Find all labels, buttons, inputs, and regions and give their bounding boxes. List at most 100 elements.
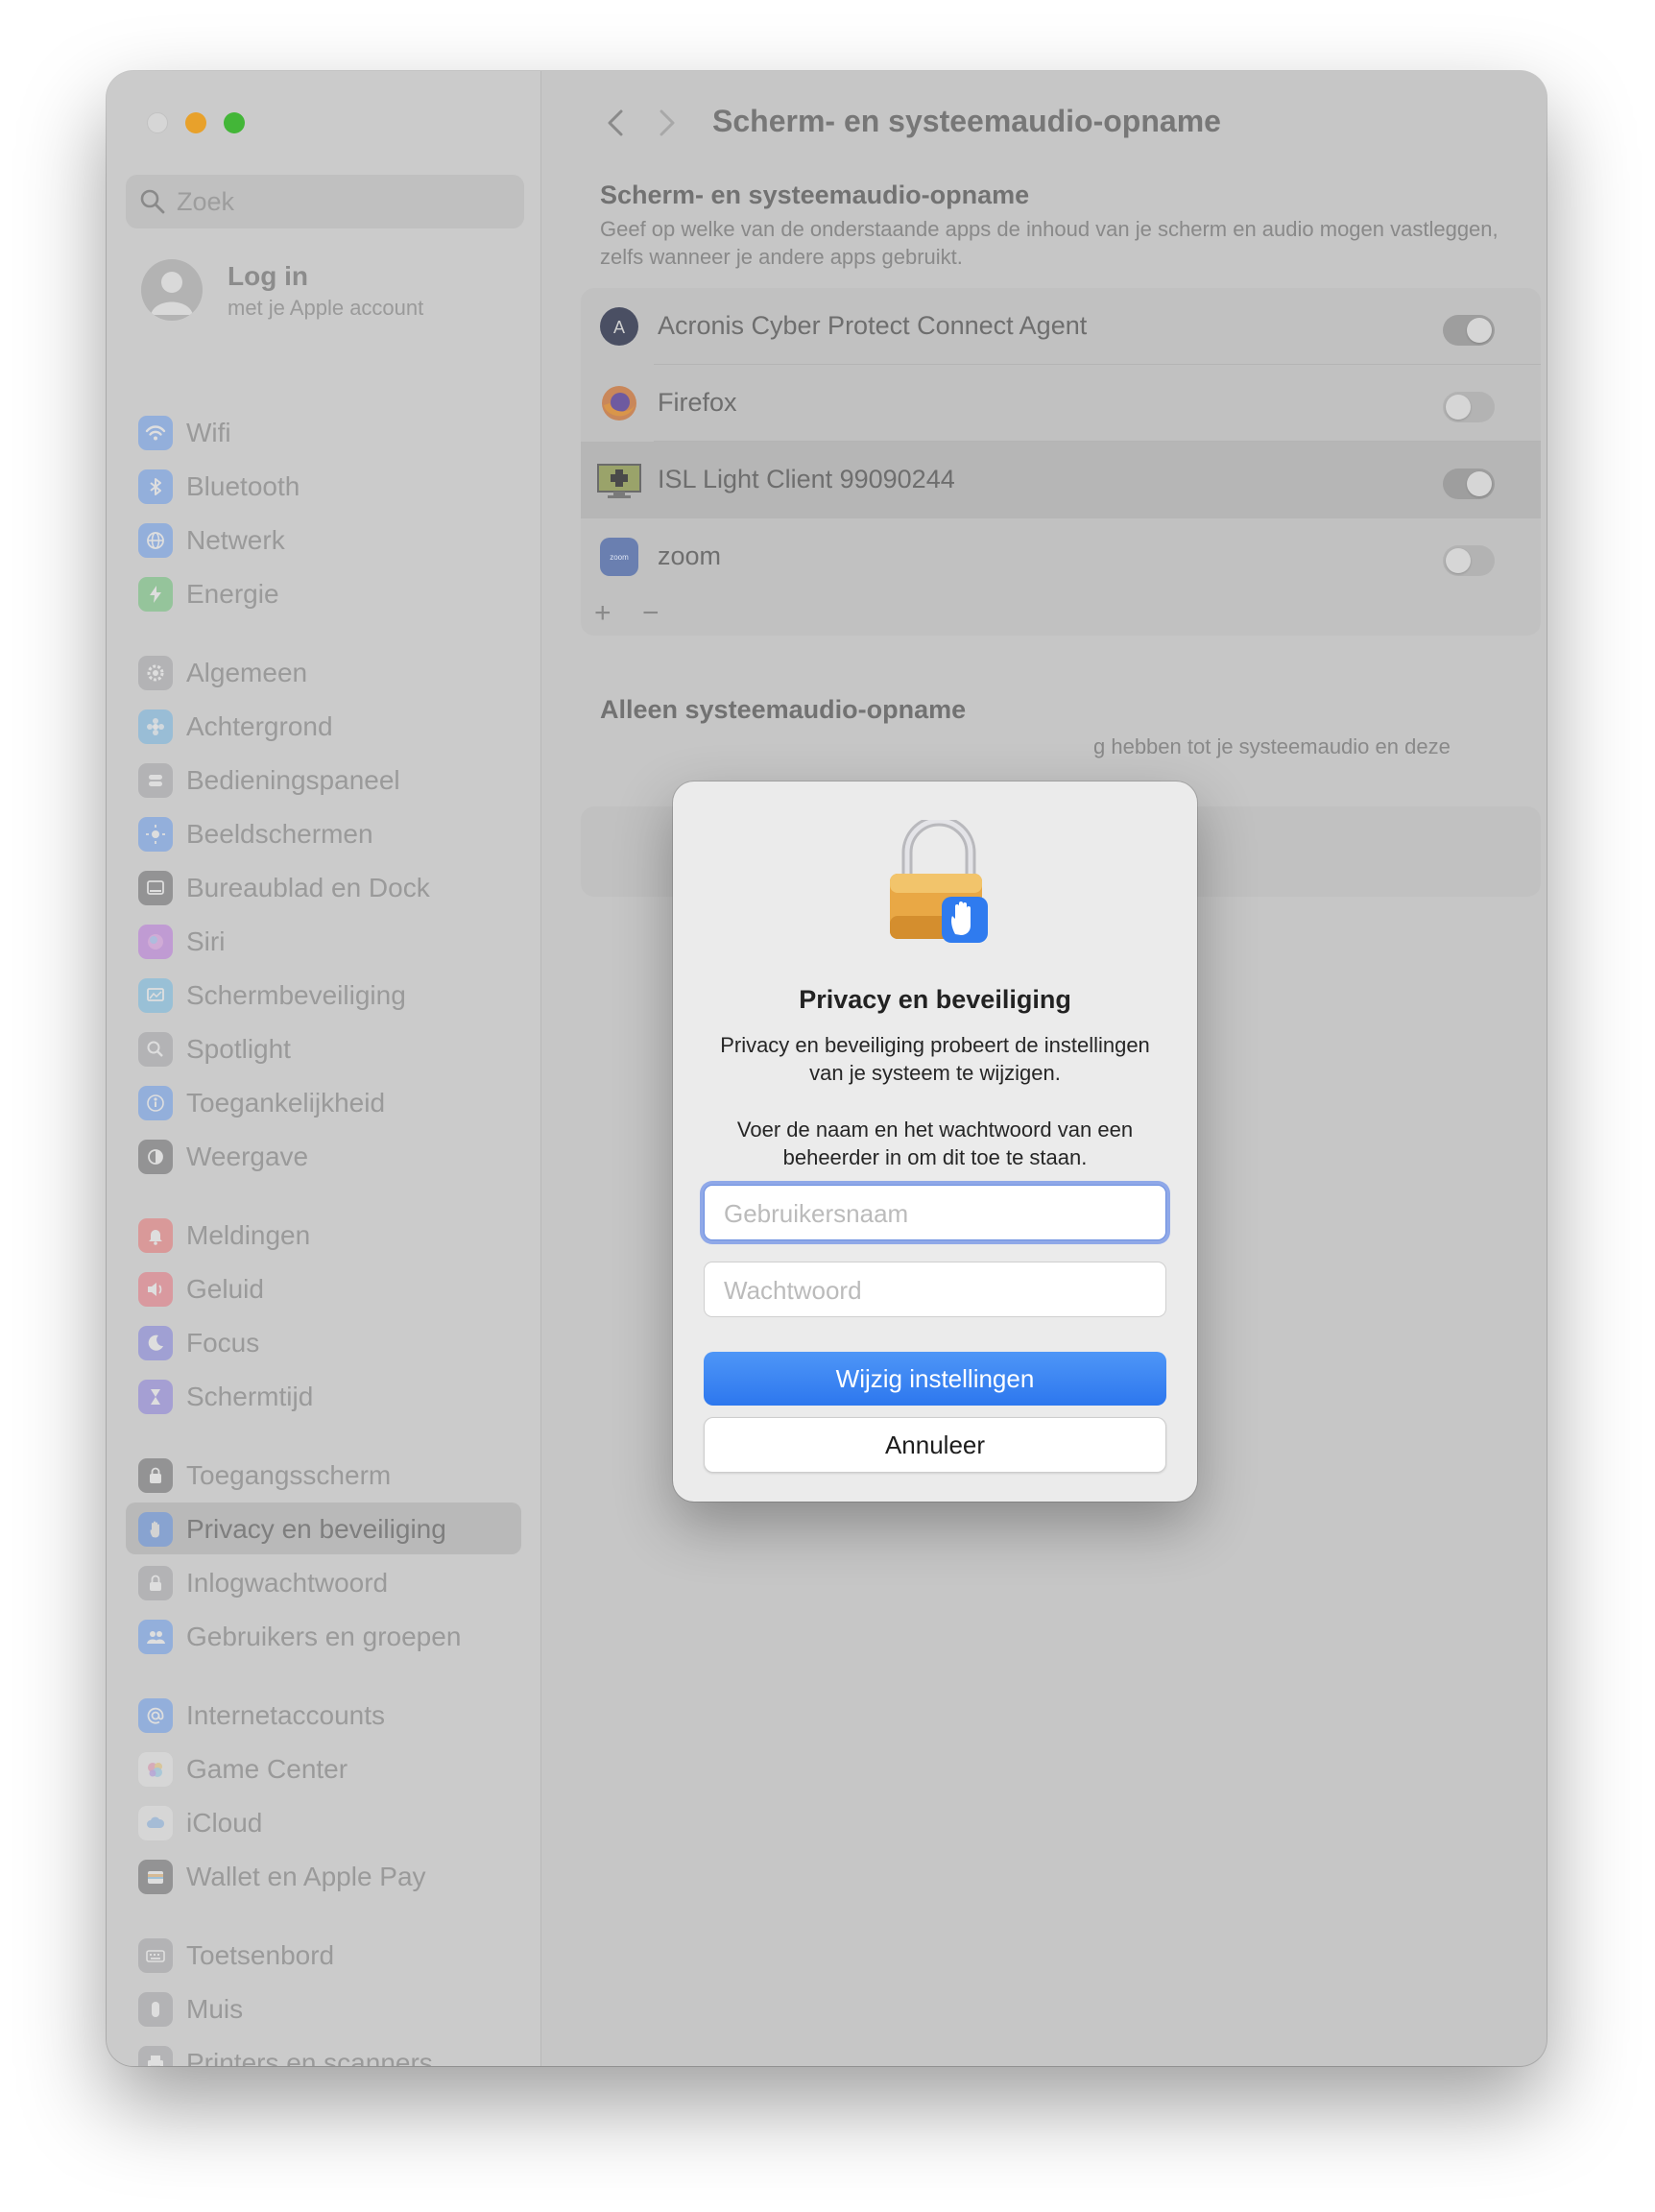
app-toggle-isl-light[interactable] [1443,469,1495,499]
forward-chevron-icon[interactable] [650,106,684,140]
sidebar-item-spotlight[interactable]: Spotlight [126,1022,521,1074]
moon-icon [138,1326,173,1360]
sidebar-item-label: Inlogwachtwoord [186,1568,389,1598]
search-field[interactable]: Zoek [126,175,524,228]
sidebar-item-label: iCloud [186,1808,263,1838]
sidebar-item-label: Game Center [186,1754,348,1784]
app-list: A Acronis Cyber Protect Connect Agent Fi… [581,288,1541,636]
minimize-window-button[interactable] [185,112,206,133]
sidebar-item-toegankelijkheid[interactable]: Toegankelijkheid [126,1076,521,1128]
app-row-firefox[interactable]: Firefox [581,365,1541,442]
sidebar-item-toetsenbord[interactable]: Toetsenbord [126,1929,521,1981]
apple-account-login[interactable]: Log in met je Apple account [141,259,525,326]
sidebar-item-focus[interactable]: Focus [126,1316,521,1368]
hourglass-icon [138,1380,173,1414]
app-row-zoom[interactable]: zoom zoom [581,518,1541,595]
app-toggle-firefox[interactable] [1443,392,1495,422]
screensaver-icon [138,978,173,1013]
sidebar-item-algemeen[interactable]: Algemeen [126,646,521,698]
sidebar-item-label: Wallet en Apple Pay [186,1862,426,1891]
sidebar-item-achtergrond[interactable]: Achtergrond [126,700,521,752]
sidebar-item-label: Energie [186,579,279,609]
cancel-button[interactable]: Annuleer [704,1417,1166,1473]
sidebar-item-bureaublad-en-dock[interactable]: Bureaublad en Dock [126,861,521,913]
wallet-icon [138,1860,173,1894]
sidebar-item-schermbeveiliging[interactable]: Schermbeveiliging [126,969,521,1021]
bell-icon [138,1218,173,1253]
settings-window: Zoek Log in met je Apple account Wifi Blu… [107,71,1547,2066]
sidebar-item-label: Bureaublad en Dock [186,873,430,902]
sidebar-item-wifi[interactable]: Wifi [126,406,521,458]
search-icon [140,189,165,214]
add-app-button[interactable]: + [594,597,612,630]
firefox-icon [600,384,638,422]
sidebar-item-icloud[interactable]: iCloud [126,1796,521,1848]
sidebar-item-beeldschermen[interactable]: Beeldschermen [126,807,521,859]
zoom-window-button[interactable] [224,112,245,133]
sidebar-item-label: Toegankelijkheid [186,1088,386,1118]
gear-icon [138,656,173,690]
back-chevron-icon[interactable] [600,106,635,140]
dialog-instruction: Voer de naam en het wachtwoord van een b… [736,1118,1134,1169]
svg-text:zoom: zoom [610,553,629,562]
wifi-icon [138,416,173,450]
sidebar-item-label: Bluetooth [186,471,300,501]
globe-icon [138,523,173,558]
sidebar-item-game-center[interactable]: Game Center [126,1743,521,1794]
bluetooth-icon [138,469,173,504]
sidebar-item-muis[interactable]: Muis [126,1983,521,2034]
sidebar-item-meldingen[interactable]: Meldingen [126,1209,521,1261]
close-window-button[interactable] [147,112,168,133]
siri-icon [138,925,173,959]
app-name: Acronis Cyber Protect Connect Agent [658,311,1088,340]
sidebar-item-label: Siri [186,926,226,956]
lock-screen-icon [138,1458,173,1493]
magnifier-icon [138,1032,173,1067]
sidebar-item-bluetooth[interactable]: Bluetooth [126,460,521,512]
sidebar-item-wallet-en-apple-pay[interactable]: Wallet en Apple Pay [126,1850,521,1902]
sidebar-item-weergave[interactable]: Weergave [126,1130,521,1182]
dock-icon [138,871,173,905]
sidebar-item-label: Bedieningspaneel [186,765,400,795]
list-footer: + − [581,595,1541,636]
sidebar-item-label: Meldingen [186,1220,311,1250]
sidebar-item-printers-en-scanners[interactable]: Printers en scanners [126,2036,521,2066]
password-field[interactable]: Wachtwoord [704,1262,1166,1317]
remove-app-button[interactable]: − [642,597,660,630]
sidebar-item-siri[interactable]: Siri [126,915,521,967]
sidebar-item-label: Geluid [186,1274,264,1304]
sidebar-item-geluid[interactable]: Geluid [126,1262,521,1314]
flower-icon [138,709,173,744]
sidebar-item-privacy-en-beveiliging[interactable]: Privacy en beveiliging [126,1503,521,1554]
sidebar-item-label: Algemeen [186,658,308,687]
sidebar-item-inlogwachtwoord[interactable]: Inlogwachtwoord [126,1556,521,1608]
sidebar-item-label: Spotlight [186,1034,291,1064]
sidebar-item-schermtijd[interactable]: Schermtijd [126,1370,521,1422]
page-title: Scherm- en systeemaudio-opname [712,104,1221,138]
sidebar-item-label: Focus [186,1328,260,1358]
hand-icon [138,1512,173,1547]
app-row-acronis[interactable]: A Acronis Cyber Protect Connect Agent [581,288,1541,365]
speaker-icon [138,1272,173,1307]
sidebar-item-energie[interactable]: Energie [126,567,521,619]
app-toggle-acronis[interactable] [1443,315,1495,346]
search-placeholder: Zoek [177,187,235,216]
username-field[interactable]: Gebruikersnaam [704,1185,1166,1240]
sidebar-item-internetaccounts[interactable]: Internetaccounts [126,1689,521,1741]
sidebar-item-gebruikers-en-groepen[interactable]: Gebruikers en groepen [126,1610,521,1662]
sidebar-item-netwerk[interactable]: Netwerk [126,514,521,565]
sidebar-item-label: Beeldschermen [186,819,373,849]
sidebar-item-label: Privacy en beveiliging [186,1514,446,1544]
sidebar-item-label: Gebruikers en groepen [186,1622,462,1651]
zoom-icon: zoom [600,538,638,576]
admin-auth-dialog: Privacy en beveiliging Privacy en beveil… [673,781,1197,1502]
sidebar-item-label: Netwerk [186,525,285,555]
sidebar-item-toegangsscherm[interactable]: Toegangsscherm [126,1449,521,1501]
app-toggle-zoom[interactable] [1443,545,1495,576]
change-settings-button[interactable]: Wijzig instellingen [704,1352,1166,1406]
login-subtitle: met je Apple account [228,296,424,320]
users-icon [138,1620,173,1654]
app-row-isl-light[interactable]: ISL Light Client 99090244 [581,442,1541,518]
cloud-icon [138,1806,173,1840]
sidebar-item-bedieningspaneel[interactable]: Bedieningspaneel [126,754,521,805]
